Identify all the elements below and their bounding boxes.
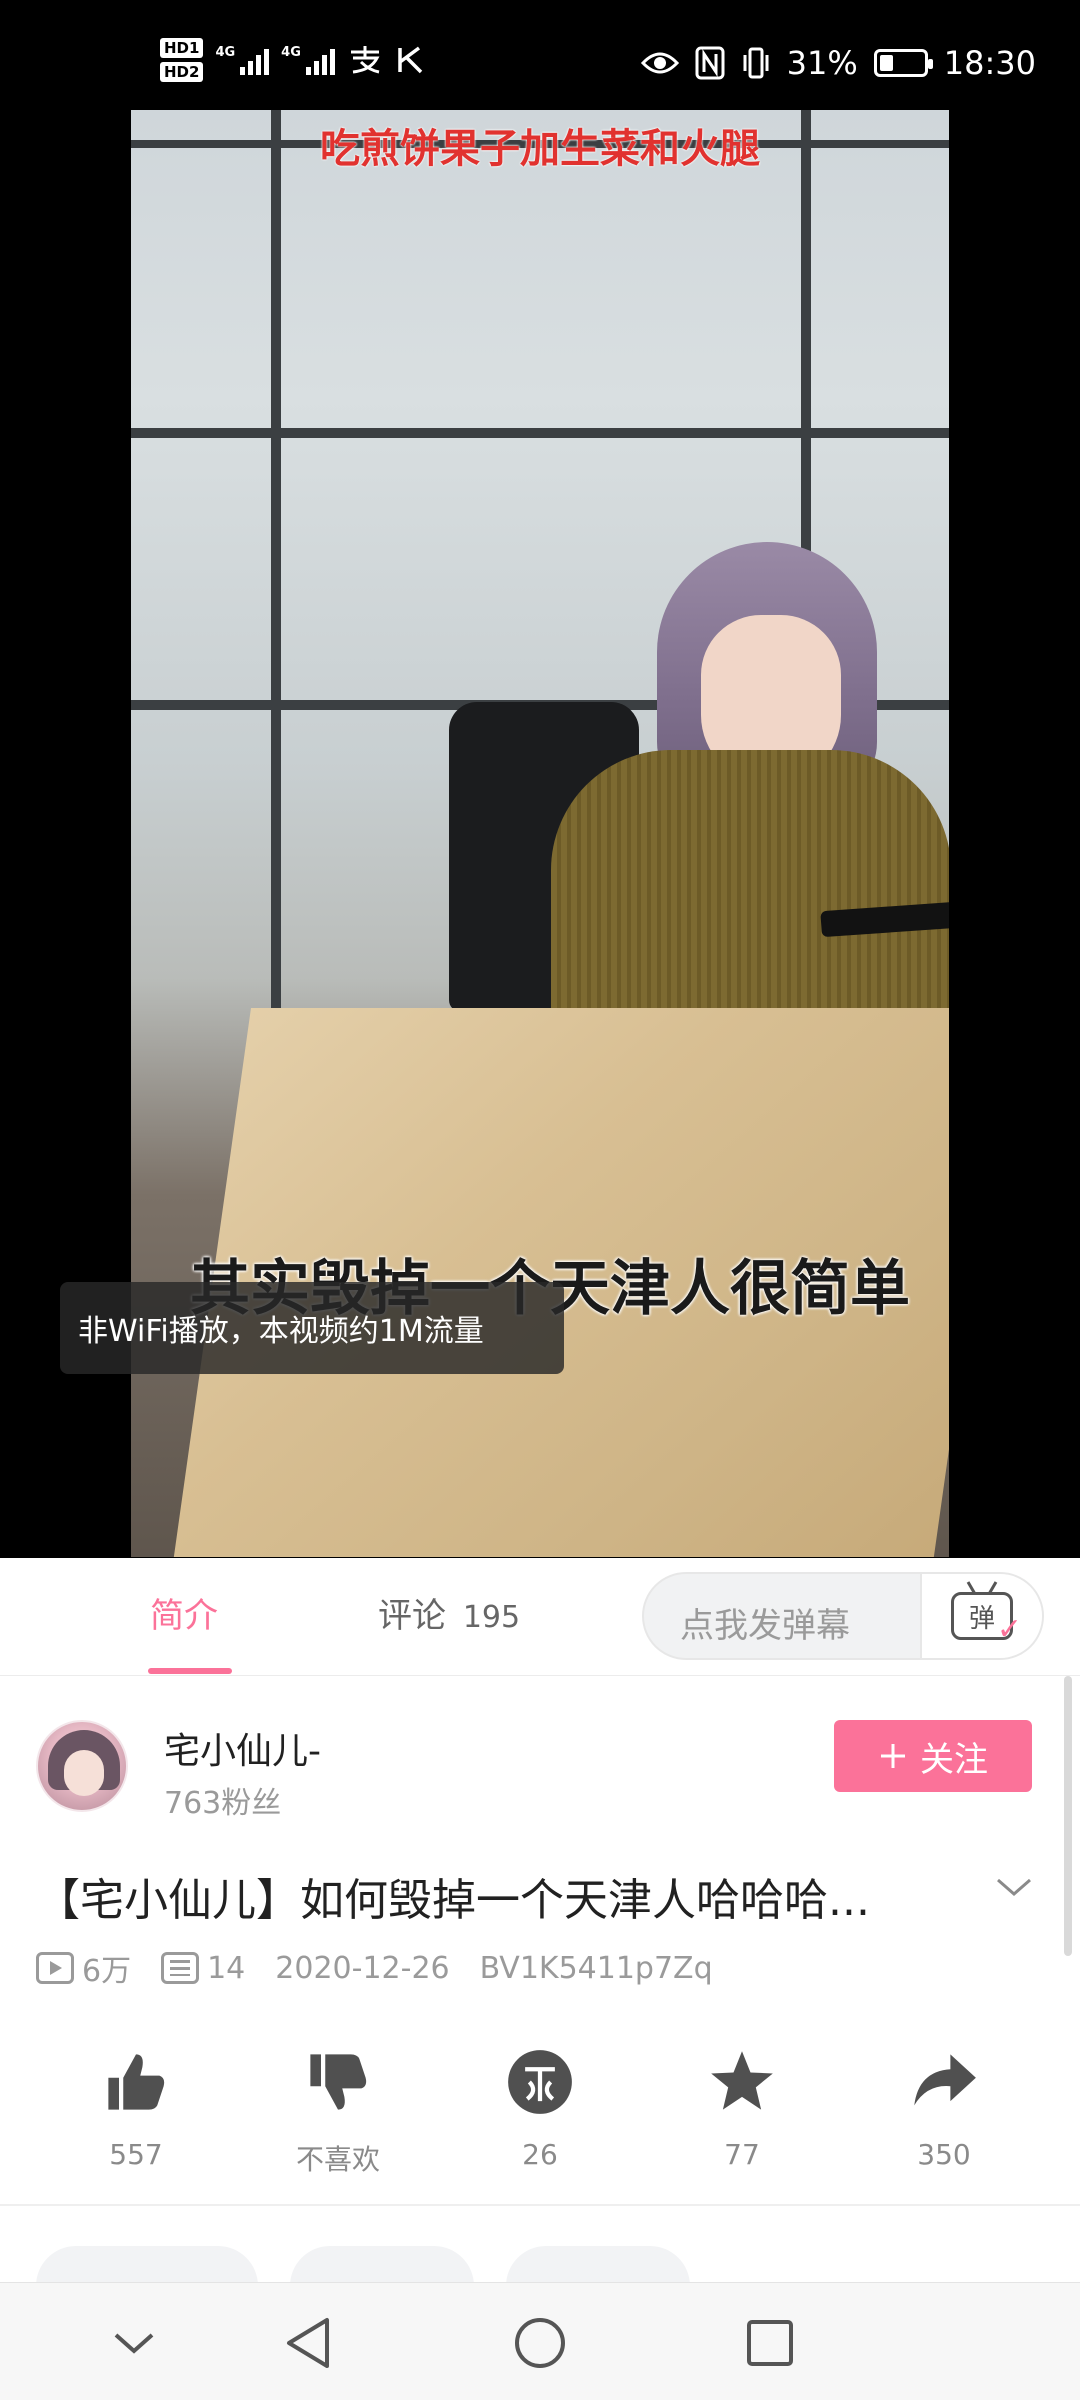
share-count: 350 — [917, 2138, 971, 2171]
danmaku-count: 14 — [161, 1951, 245, 1986]
back-triangle-icon — [287, 2318, 329, 2368]
status-right: 31% 18:30 — [640, 44, 1036, 82]
action-bar: 557 不喜欢 26 77 350 — [0, 2048, 1080, 2178]
danmaku-count-icon — [161, 1952, 200, 1984]
play-count-icon — [36, 1952, 74, 1984]
signal1-label: 4G — [215, 45, 236, 60]
view-count-value: 6万 — [82, 1954, 132, 1989]
notification-k-icon — [398, 46, 423, 74]
video-player[interactable]: 吃煎饼果子加生菜和火腿 其实毁掉一个天津人很简单 非WiFi播放，本视频约1M流… — [0, 0, 1080, 1558]
video-meta-row: 6万 14 2020-12-26 BV1K5411p7Zq — [36, 1946, 743, 1990]
battery-percent: 31% — [786, 44, 858, 82]
signal2-label: 4G — [281, 45, 301, 60]
danmaku-count-value: 14 — [207, 1950, 246, 1986]
scrollbar[interactable] — [1064, 1676, 1072, 1956]
collapse-chevron-icon — [114, 2333, 154, 2354]
alipay-icon — [350, 46, 380, 74]
thumbs-down-icon — [310, 2054, 367, 2110]
traffic-notice-toast: 非WiFi播放，本视频约1M流量 — [60, 1282, 564, 1374]
tab-comments-label: 评论 — [378, 1596, 446, 1636]
uploader-name[interactable]: 宅小仙儿- — [164, 1722, 321, 1774]
plus-icon — [881, 1744, 905, 1768]
view-count: 6万 — [36, 1946, 131, 1990]
danmaku-toggle-button[interactable]: 弹 ✓ — [920, 1574, 1042, 1658]
active-tab-indicator — [148, 1668, 232, 1674]
section-divider — [0, 2204, 1080, 2206]
bvid-value: BV1K5411p7Zq — [479, 1950, 713, 1986]
follow-label: 关注 — [920, 1739, 988, 1780]
home-button[interactable] — [510, 2313, 570, 2373]
thumbs-up-icon — [108, 2054, 165, 2110]
system-navigation-bar — [0, 2282, 1080, 2400]
hd-badge: HD1 HD2 — [160, 38, 204, 82]
favorite-button[interactable]: 77 — [657, 2048, 827, 2171]
tab-comments-count: 195 — [462, 1600, 521, 1635]
window-frame-vertical — [271, 110, 281, 1150]
hd1-label: HD1 — [160, 38, 204, 58]
signal-strength-icon-1: 4G — [215, 45, 270, 75]
uploader-fans: 763粉丝 — [164, 1786, 282, 1821]
nfc-icon — [695, 46, 725, 80]
danmaku-tv-icon: 弹 ✓ — [951, 1592, 1022, 1647]
coin-count: 26 — [522, 2138, 558, 2171]
coin-icon — [508, 2050, 572, 2114]
danmaku-placeholder: 点我发弹幕 — [680, 1606, 850, 1646]
dislike-label: 不喜欢 — [295, 2143, 380, 2176]
tab-comments[interactable]: 评论 195 — [378, 1588, 520, 1637]
like-count: 557 — [109, 2138, 163, 2171]
tab-intro[interactable]: 简介 — [150, 1588, 218, 1637]
battery-icon — [873, 49, 933, 77]
bvid: BV1K5411p7Zq — [480, 1951, 713, 1986]
recents-button[interactable] — [740, 2313, 800, 2373]
follow-button[interactable]: 关注 — [834, 1720, 1032, 1792]
uploader-avatar[interactable] — [36, 1720, 128, 1812]
chevron-down-icon[interactable] — [994, 1872, 1034, 1902]
recents-square-icon — [747, 2320, 793, 2366]
back-button[interactable] — [278, 2313, 338, 2373]
tab-intro-label: 简介 — [150, 1596, 218, 1636]
publish-date: 2020-12-26 — [275, 1951, 449, 1986]
vibrate-icon — [743, 47, 769, 79]
check-icon: ✓ — [996, 1612, 1022, 1647]
collapse-button[interactable] — [104, 2313, 164, 2373]
publish-date-value: 2020-12-26 — [275, 1950, 450, 1986]
hd2-label: HD2 — [160, 62, 204, 82]
share-arrow-icon — [914, 2054, 976, 2106]
clock: 18:30 — [943, 44, 1036, 82]
danmaku-input[interactable]: 点我发弹幕 弹 ✓ — [642, 1572, 1044, 1660]
window-frame-middle — [131, 428, 949, 438]
video-title: 【宅小仙儿】如何毁掉一个天津人哈哈哈... — [36, 1875, 870, 1926]
video-overlay-title: 吃煎饼果子加生菜和火腿 — [320, 126, 760, 172]
danmaku-toggle-glyph: 弹 — [968, 1603, 995, 1634]
status-left: HD1 HD2 4G 4G — [160, 38, 425, 82]
home-circle-icon — [515, 2318, 565, 2368]
coin-button[interactable]: 26 — [455, 2048, 625, 2171]
dislike-button[interactable]: 不喜欢 — [253, 2048, 423, 2178]
like-button[interactable]: 557 — [51, 2048, 221, 2171]
star-icon — [711, 2051, 773, 2110]
status-bar: HD1 HD2 4G 4G 31% 18:30 — [0, 0, 1080, 110]
eye-icon — [640, 52, 679, 74]
share-button[interactable]: 350 — [859, 2048, 1029, 2171]
app-root: 吃煎饼果子加生菜和火腿 其实毁掉一个天津人很简单 非WiFi播放，本视频约1M流… — [0, 0, 1080, 2400]
favorite-count: 77 — [724, 2138, 760, 2171]
signal-strength-icon-2: 4G — [281, 45, 335, 75]
